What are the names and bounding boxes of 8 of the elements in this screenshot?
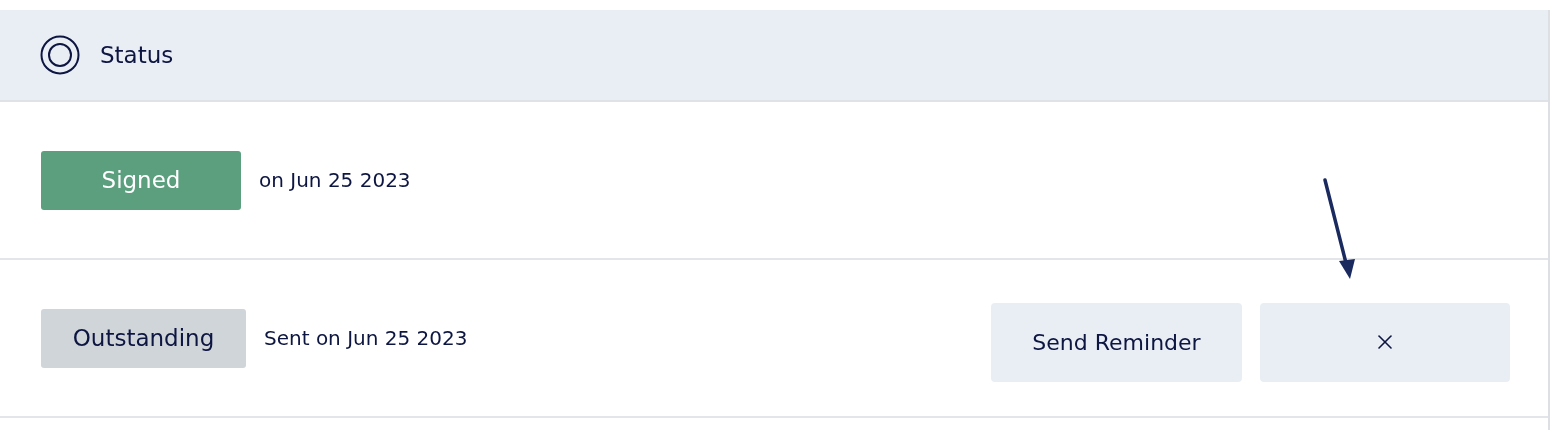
send-reminder-button[interactable]: Send Reminder bbox=[991, 302, 1242, 382]
panel-title: Status bbox=[100, 42, 174, 68]
status-icon bbox=[40, 35, 80, 75]
status-date: Sent on Jun 25 2023 bbox=[264, 326, 468, 350]
status-badge: Outstanding bbox=[41, 308, 246, 368]
status-date: on Jun 25 2023 bbox=[259, 168, 411, 192]
close-button[interactable] bbox=[1260, 302, 1510, 382]
status-badge: Signed bbox=[41, 150, 241, 210]
